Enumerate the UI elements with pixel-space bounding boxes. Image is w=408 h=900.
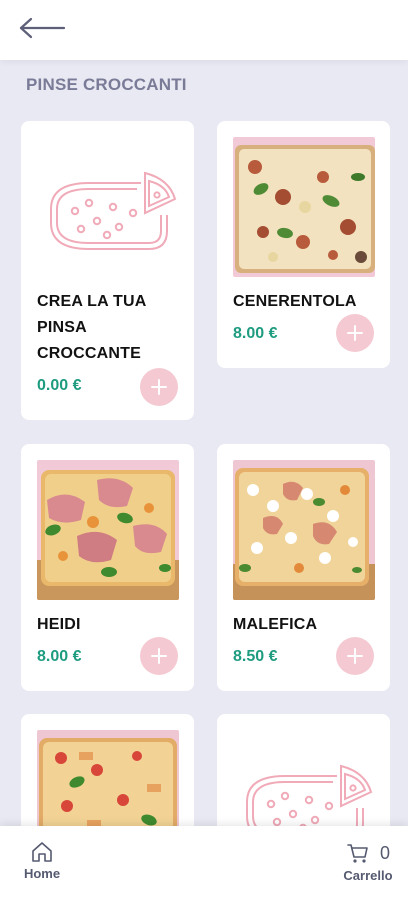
section-title: PINSE CROCCANTI <box>26 75 187 94</box>
product-price: 8.00 € <box>233 325 278 342</box>
product-photo <box>233 460 375 600</box>
pinsa-outline-icon <box>50 171 177 250</box>
nav-home-button[interactable]: Home <box>18 840 66 888</box>
product-name: CREA LA TUA PINSA CROCCANTE <box>37 293 146 362</box>
cart-count: 0 <box>379 842 390 863</box>
nav-cart-label: Carrello <box>343 868 393 883</box>
add-to-cart-button[interactable] <box>140 637 178 675</box>
product-name: CENERENTOLA <box>233 293 357 310</box>
plus-icon <box>347 325 363 341</box>
product-price: 8.50 € <box>233 648 278 665</box>
add-to-cart-button[interactable] <box>336 314 374 352</box>
product-price: 8.00 € <box>37 648 82 665</box>
product-name: HEIDI <box>37 616 81 633</box>
plus-icon <box>151 648 167 664</box>
arrow-left-icon <box>19 17 66 39</box>
product-photo <box>37 460 179 600</box>
add-to-cart-button[interactable] <box>140 368 178 406</box>
plus-icon <box>151 379 167 395</box>
home-icon <box>32 842 52 862</box>
plus-icon <box>347 648 363 664</box>
product-card[interactable]: CREA LA TUA PINSA CROCCANTE 0.00 € <box>21 121 194 420</box>
nav-cart-button[interactable]: 0 Carrello <box>338 840 398 888</box>
product-card[interactable]: MALEFICA 8.50 € <box>217 444 390 691</box>
product-name: MALEFICA <box>233 616 318 633</box>
add-to-cart-button[interactable] <box>336 637 374 675</box>
product-card[interactable]: CENERENTOLA 8.00 € <box>217 121 390 368</box>
bottom-nav: Home 0 Carrello <box>0 826 408 900</box>
cart-icon <box>347 844 368 863</box>
product-card[interactable]: HEIDI 8.00 € <box>21 444 194 691</box>
back-button[interactable] <box>18 12 70 44</box>
product-price: 0.00 € <box>37 377 82 394</box>
product-photo <box>233 137 375 277</box>
top-header <box>0 0 408 60</box>
nav-home-label: Home <box>23 866 61 881</box>
